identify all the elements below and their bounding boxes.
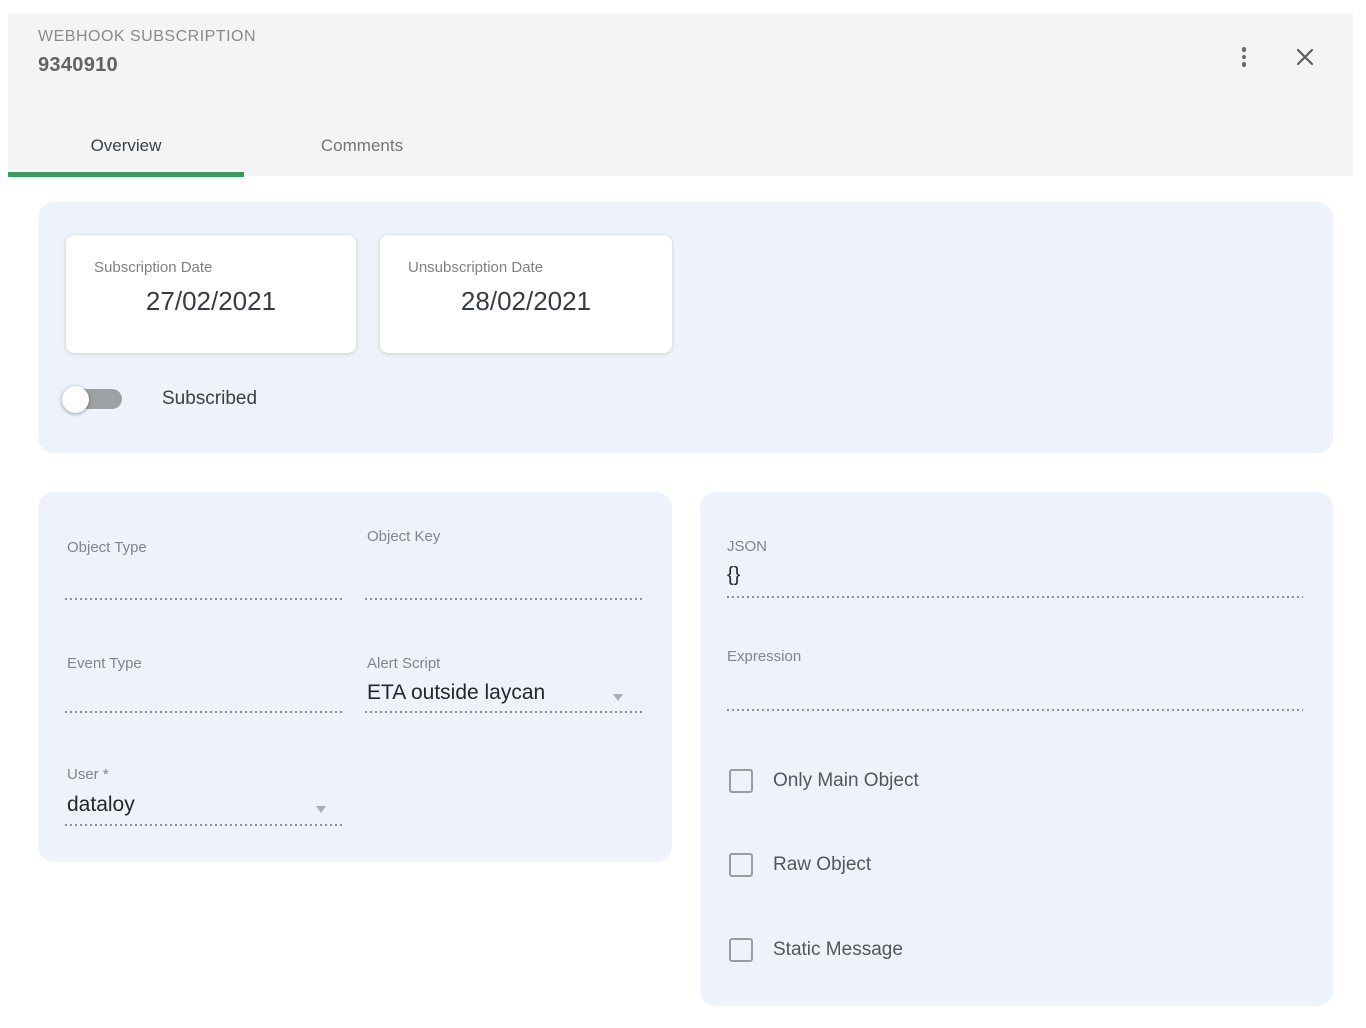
close-button[interactable]: [1287, 39, 1323, 75]
json-value[interactable]: {}: [727, 564, 740, 587]
event-type-input[interactable]: [65, 711, 343, 713]
unsubscription-date-label: Unsubscription Date: [408, 259, 543, 276]
only-main-object-label: Only Main Object: [773, 770, 919, 792]
alert-script-value[interactable]: ETA outside laycan: [367, 681, 545, 705]
object-key-label: Object Key: [367, 528, 440, 545]
object-type-input[interactable]: [65, 598, 343, 600]
user-value[interactable]: dataloy: [67, 793, 135, 817]
expression-label: Expression: [727, 648, 801, 665]
tab-overview[interactable]: Overview: [8, 116, 244, 176]
user-select[interactable]: [65, 824, 343, 826]
unsubscription-date-field[interactable]: Unsubscription Date 28/02/2021: [380, 235, 672, 353]
tab-comments[interactable]: Comments: [244, 116, 480, 176]
raw-object-checkbox[interactable]: [729, 853, 753, 877]
user-dropdown-icon[interactable]: [316, 806, 326, 813]
payload-panel: JSON {} Expression Only Main Object Raw …: [700, 492, 1333, 1006]
alert-script-select[interactable]: [365, 711, 643, 713]
alert-script-label: Alert Script: [367, 655, 440, 672]
json-input[interactable]: [727, 596, 1303, 598]
toggle-switch-icon[interactable]: [62, 383, 122, 415]
only-main-object-checkbox-row[interactable]: Only Main Object: [729, 769, 919, 793]
tab-overview-label: Overview: [91, 136, 162, 156]
more-options-button[interactable]: [1226, 39, 1262, 75]
raw-object-label: Raw Object: [773, 854, 871, 876]
static-message-checkbox[interactable]: [729, 938, 753, 962]
object-key-input[interactable]: [365, 598, 643, 600]
unsubscription-date-value: 28/02/2021: [380, 286, 672, 317]
static-message-checkbox-row[interactable]: Static Message: [729, 938, 903, 962]
json-label: JSON: [727, 538, 767, 555]
webhook-subscription-dialog: WEBHOOK SUBSCRIPTION 9340910 Overview Co…: [0, 0, 1366, 1028]
close-icon: [1294, 46, 1316, 68]
kebab-menu-icon: [1242, 47, 1247, 67]
subscription-panel: Subscription Date 27/02/2021 Unsubscript…: [38, 202, 1333, 453]
alert-script-dropdown-icon[interactable]: [613, 694, 623, 701]
subscription-date-value: 27/02/2021: [66, 286, 356, 317]
object-type-label: Object Type: [67, 539, 147, 556]
active-tab-underline: [8, 172, 244, 177]
static-message-label: Static Message: [773, 939, 903, 961]
subscribed-toggle-label: Subscribed: [162, 388, 257, 410]
subscription-date-field[interactable]: Subscription Date 27/02/2021: [66, 235, 356, 353]
subscription-date-label: Subscription Date: [94, 259, 212, 276]
raw-object-checkbox-row[interactable]: Raw Object: [729, 853, 871, 877]
page-title: 9340910: [38, 54, 118, 77]
only-main-object-checkbox[interactable]: [729, 769, 753, 793]
event-type-label: Event Type: [67, 655, 142, 672]
tab-comments-label: Comments: [321, 136, 403, 156]
subscribed-toggle[interactable]: Subscribed: [62, 383, 257, 415]
user-label: User *: [67, 766, 109, 783]
dialog-header: WEBHOOK SUBSCRIPTION 9340910 Overview Co…: [8, 13, 1353, 176]
details-panel: Object Type Object Key Event Type Alert …: [38, 492, 672, 862]
dialog-eyebrow: WEBHOOK SUBSCRIPTION: [38, 28, 256, 46]
expression-input[interactable]: [727, 709, 1303, 711]
